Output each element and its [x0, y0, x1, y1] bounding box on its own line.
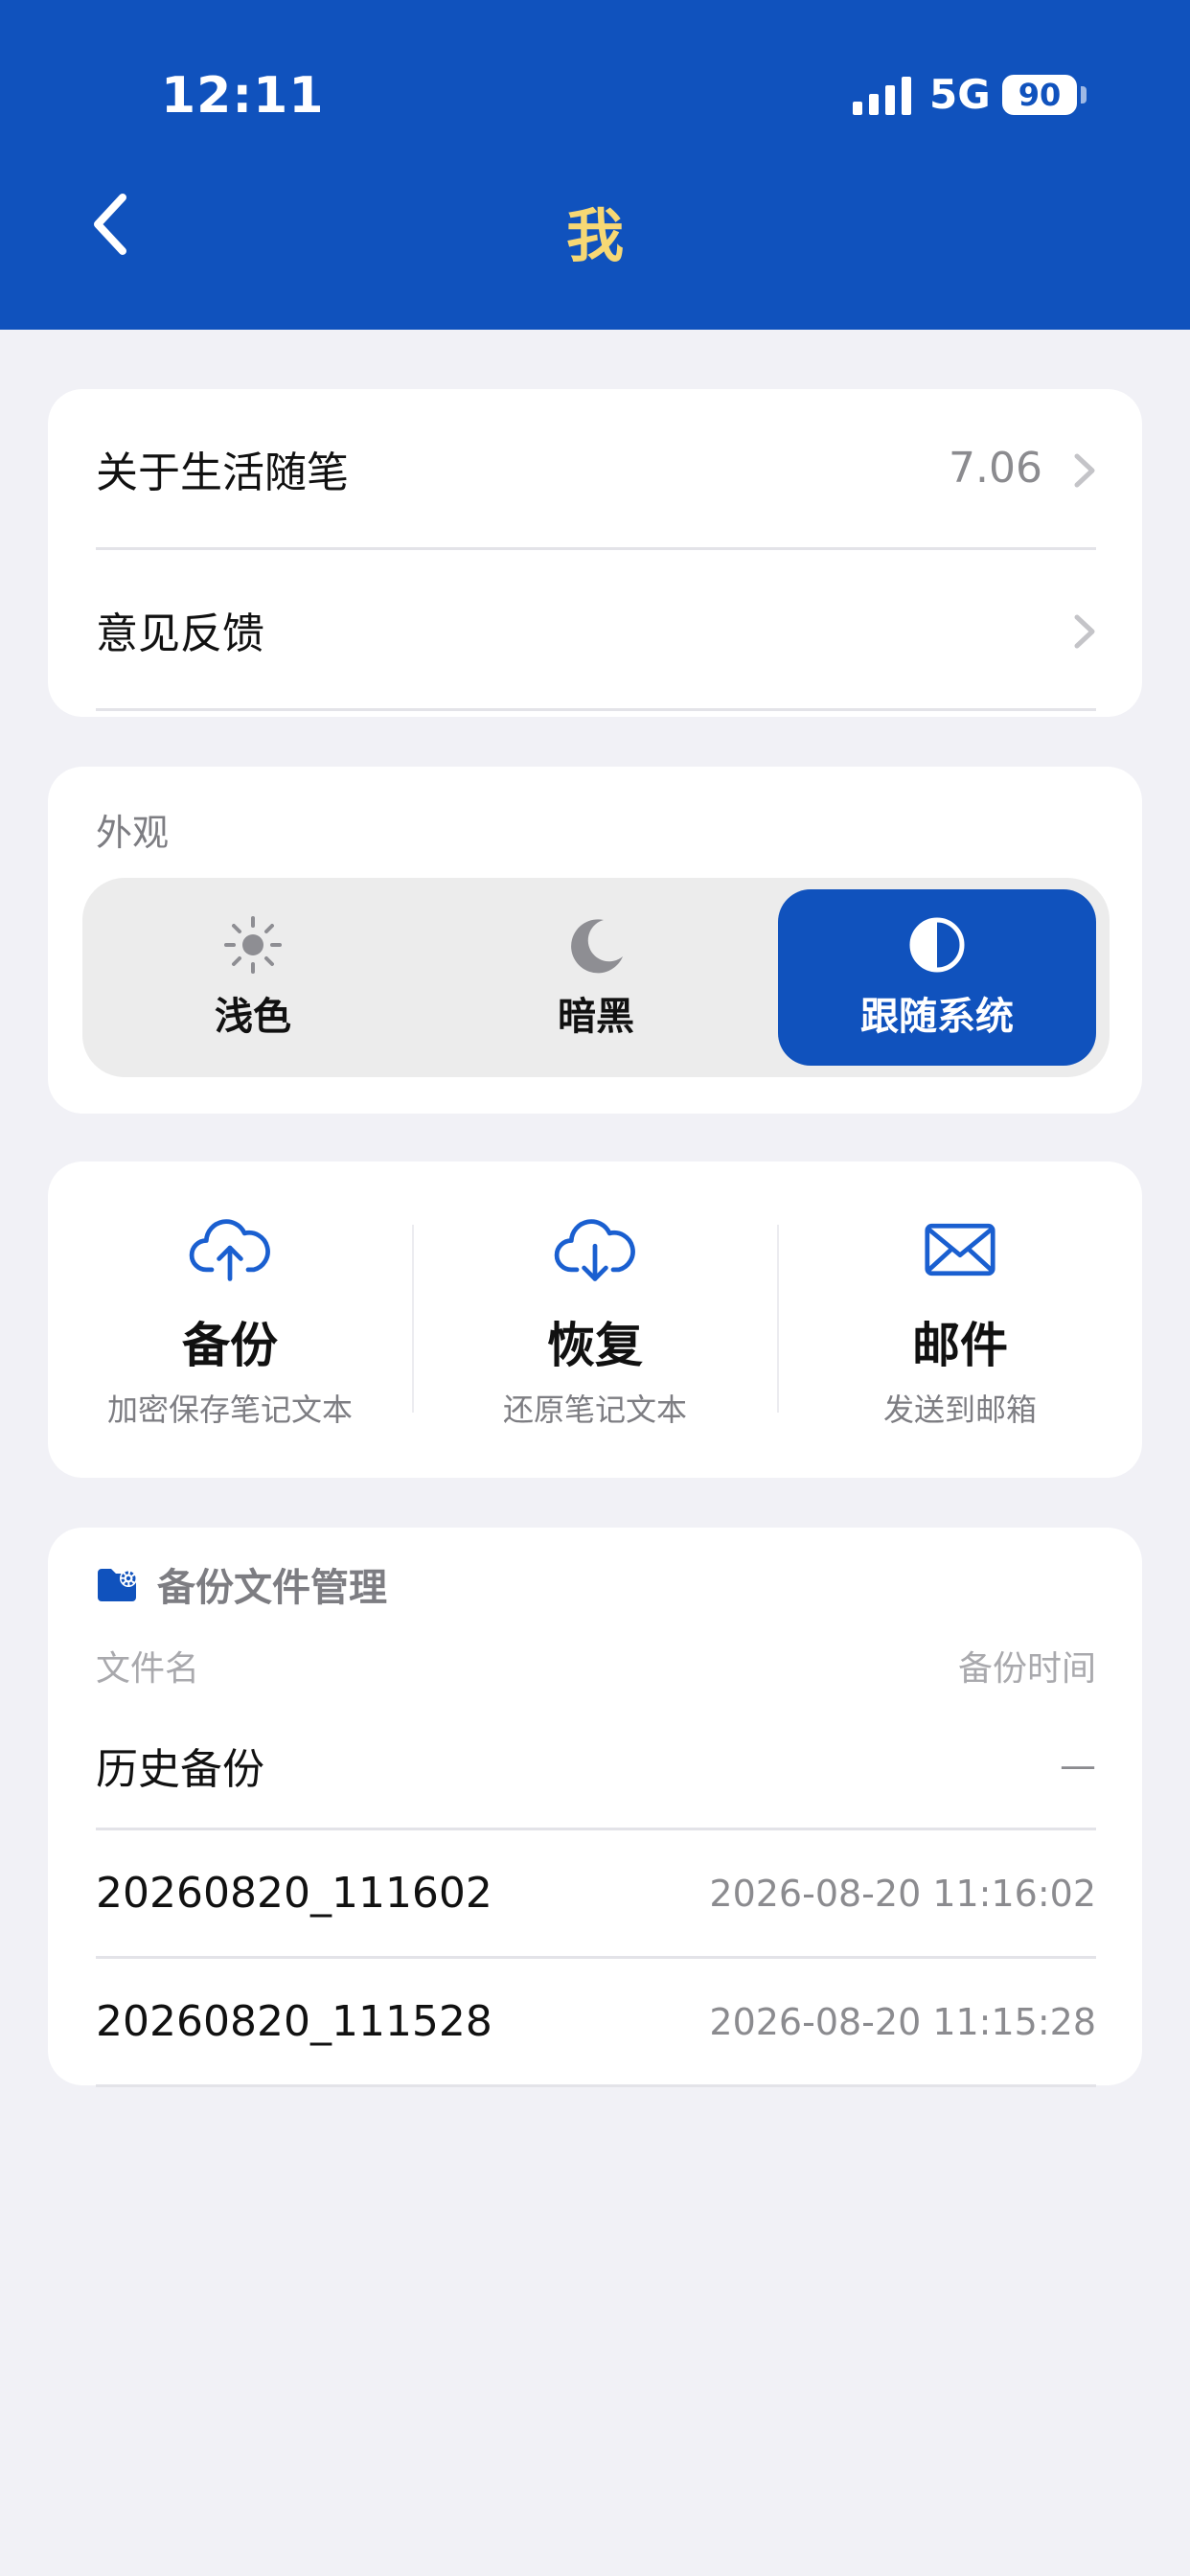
chevron-right-icon — [1074, 614, 1095, 649]
restore-title: 恢复 — [547, 1318, 643, 1373]
file-row[interactable]: 20260820_111528 2026-08-20 11:15:28 — [96, 1959, 1096, 2087]
version-value: 7.06 — [949, 444, 1042, 493]
feedback-label: 意见反馈 — [96, 609, 264, 658]
appearance-option-light[interactable]: 浅色 — [94, 889, 412, 1066]
moon-icon — [571, 919, 623, 974]
appearance-option-label: 浅色 — [215, 995, 291, 1039]
file-manager-card: 备份文件管理 文件名 备份时间 历史备份 — 20260820_111602 2… — [48, 1528, 1142, 2087]
mail-button[interactable]: 邮件 发送到邮箱 — [778, 1209, 1142, 1430]
appearance-label: 外观 — [96, 812, 170, 854]
file-manager-header: 备份文件管理 — [96, 1556, 387, 1612]
header-bar: 12:11 5G 90 我 — [0, 0, 1190, 330]
about-card: 关于生活随笔 7.06 意见反馈 — [48, 389, 1142, 717]
actions-card: 备份 加密保存笔记文本 恢复 还原笔记文本 邮件 发送到邮箱 — [48, 1162, 1142, 1478]
appearance-option-system[interactable]: 跟随系统 — [778, 889, 1096, 1066]
battery-level: 90 — [1018, 77, 1062, 113]
cloud-upload-icon — [189, 1219, 270, 1281]
file-time: — — [1060, 1743, 1096, 1786]
page-title: 我 — [566, 203, 624, 270]
signal-icon — [853, 77, 911, 115]
mail-title: 邮件 — [912, 1318, 1008, 1373]
about-row[interactable]: 关于生活随笔 7.06 — [96, 389, 1096, 550]
file-row-history[interactable]: 历史备份 — — [96, 1702, 1096, 1830]
half-circle-icon — [909, 917, 965, 973]
sun-icon — [224, 916, 282, 974]
battery-icon: 90 — [1002, 75, 1077, 115]
backup-button[interactable]: 备份 加密保存笔记文本 — [48, 1209, 412, 1430]
mail-subtitle: 发送到邮箱 — [882, 1392, 1037, 1428]
restore-subtitle: 还原笔记文本 — [502, 1392, 687, 1428]
network-label: 5G — [929, 71, 991, 118]
battery-cap — [1081, 86, 1087, 104]
appearance-option-label: 跟随系统 — [860, 995, 1014, 1039]
about-label: 关于生活随笔 — [96, 448, 349, 497]
appearance-segmented-control: 浅色 暗黑 跟随系统 — [82, 878, 1110, 1077]
feedback-row[interactable]: 意见反馈 — [96, 550, 1096, 711]
file-time: 2026-08-20 11:15:28 — [709, 2000, 1096, 2043]
file-time: 2026-08-20 11:16:02 — [709, 1872, 1096, 1915]
file-row[interactable]: 20260820_111602 2026-08-20 11:16:02 — [96, 1830, 1096, 1959]
appearance-card: 外观 浅色 暗黑 跟随系统 — [48, 767, 1142, 1114]
file-name: 20260820_111602 — [96, 1869, 492, 1918]
file-name: 20260820_111528 — [96, 1997, 492, 2046]
backup-title: 备份 — [182, 1318, 278, 1373]
column-header-time: 备份时间 — [957, 1649, 1096, 1689]
mail-icon — [925, 1223, 995, 1276]
status-time: 12:11 — [161, 67, 325, 125]
restore-button[interactable]: 恢复 还原笔记文本 — [413, 1209, 777, 1430]
appearance-option-label: 暗黑 — [558, 995, 634, 1039]
appearance-option-dark[interactable]: 暗黑 — [437, 889, 755, 1066]
column-header-name: 文件名 — [96, 1649, 200, 1689]
backup-subtitle: 加密保存笔记文本 — [106, 1392, 353, 1428]
cloud-download-icon — [554, 1219, 635, 1281]
file-name: 历史备份 — [96, 1744, 264, 1794]
folder-gear-icon — [98, 1569, 137, 1601]
file-manager-title: 备份文件管理 — [157, 1566, 387, 1610]
chevron-right-icon — [1074, 453, 1095, 488]
